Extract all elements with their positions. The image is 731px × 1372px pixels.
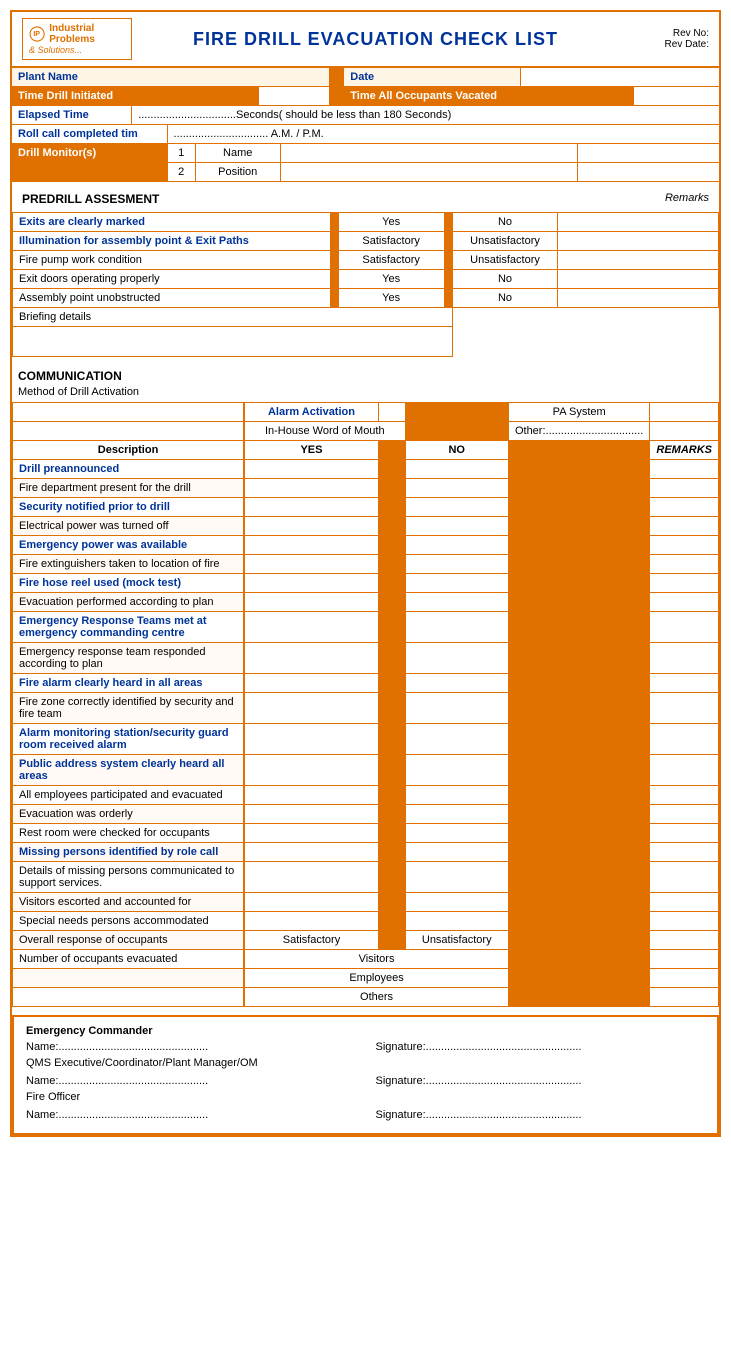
- activation-row-1: Alarm Activation PA System: [13, 403, 719, 422]
- comm-data-row: Fire department present for the drill: [13, 479, 719, 498]
- sig-field-2: Signature:..............................…: [376, 1075, 706, 1087]
- predrill-row: Illumination for assembly point & Exit P…: [13, 232, 719, 251]
- predrill-header-row: PREDRILL ASSESMENT Remarks: [12, 186, 719, 212]
- sig-row-3: Name:...................................…: [26, 1109, 705, 1121]
- plant-name-row: Plant Name Date: [12, 68, 719, 87]
- header: IP Industrial Problems & Solutions... FI…: [12, 12, 719, 68]
- name-field-2: Name:...................................…: [26, 1075, 356, 1087]
- emergency-title: Emergency Commander: [26, 1025, 705, 1037]
- monitor1-name-label: Name: [223, 147, 252, 159]
- comm-data-row: Visitors escorted and accounted for: [13, 893, 719, 912]
- rev-no: Rev No:: [619, 28, 709, 39]
- comm-data-row: Fire hose reel used (mock test): [13, 574, 719, 593]
- elapsed-label: Elapsed Time: [18, 109, 89, 121]
- form-info-section: Plant Name Date Time Drill Initiated am/…: [12, 68, 719, 182]
- comm-data-row: Employees: [13, 969, 719, 988]
- predrill-section: PREDRILL ASSESMENT Remarks Exits are cle…: [12, 182, 719, 361]
- name-field-1: Name:...................................…: [26, 1041, 356, 1053]
- comm-data-row: Number of occupants evacuated Visitors: [13, 950, 719, 969]
- comm-data-row: Evacuation was orderly: [13, 805, 719, 824]
- comm-data-row: Emergency response team responded accord…: [13, 643, 719, 674]
- comm-data-row: Drill preannounced: [13, 460, 719, 479]
- predrill-row: Fire pump work condition Satisfactory Un…: [13, 251, 719, 270]
- drill-monitor-2-row: 2 Position: [12, 163, 719, 181]
- comm-title: COMMUNICATION: [12, 367, 719, 385]
- sig-row-2: Name:...................................…: [26, 1075, 705, 1087]
- rev-date: Rev Date:: [619, 39, 709, 50]
- communication-section: COMMUNICATION Method of Drill Activation…: [12, 361, 719, 1007]
- comm-data-row: Special needs persons accommodated: [13, 912, 719, 931]
- comm-data-row: Fire extinguishers taken to location of …: [13, 555, 719, 574]
- comm-data-row: Others: [13, 988, 719, 1007]
- monitor1-num: 1: [178, 147, 184, 159]
- comm-data-row: Details of missing persons communicated …: [13, 862, 719, 893]
- logo-area: IP Industrial Problems & Solutions...: [22, 18, 132, 60]
- predrill-briefing-area: [13, 327, 719, 357]
- footer-section: Emergency Commander Name:...............…: [12, 1015, 719, 1135]
- roll-call-value: ............................... A.M. / P…: [174, 128, 324, 140]
- comm-data-row: All employees participated and evacuated: [13, 786, 719, 805]
- predrill-row: Briefing details: [13, 308, 719, 327]
- roll-call-label: Roll call completed tim: [18, 128, 138, 140]
- predrill-row: Exit doors operating properly Yes No: [13, 270, 719, 289]
- comm-data-row: Electrical power was turned off: [13, 517, 719, 536]
- ampm1: am/pm: [265, 90, 299, 102]
- logo-text-sub: & Solutions...: [29, 45, 82, 55]
- comm-data-row: Security notified prior to drill: [13, 498, 719, 517]
- comm-data-row: Emergency Response Teams met at emergenc…: [13, 612, 719, 643]
- comm-subtitle: Method of Drill Activation: [12, 385, 719, 402]
- comm-data-row: Fire alarm clearly heard in all areas: [13, 674, 719, 693]
- comm-table-header: Description YES NO REMARKS: [13, 441, 719, 460]
- sig-field-1: Signature:..............................…: [376, 1041, 706, 1053]
- time-all-label: Time All Occupants Vacated: [350, 90, 497, 102]
- drill-monitors-label: Drill Monitor(s): [18, 147, 96, 159]
- predrill-row: Exits are clearly marked Yes No: [13, 213, 719, 232]
- monitor2-num: 2: [178, 166, 184, 178]
- time-row: Time Drill Initiated am/pm Time All Occu…: [12, 87, 719, 106]
- date-label: Date: [350, 71, 374, 83]
- comm-data-row: Overall response of occupants Satisfacto…: [13, 931, 719, 950]
- logo-text-main: Industrial Problems: [49, 23, 125, 45]
- elapsed-value: ................................Seconds(…: [138, 109, 451, 121]
- comm-data-row: Evacuation performed according to plan: [13, 593, 719, 612]
- predrill-remarks-label: Remarks: [635, 188, 715, 210]
- comm-table: Alarm Activation PA System In-House Word…: [12, 402, 719, 1007]
- comm-data-row: Rest room were checked for occupants: [13, 824, 719, 843]
- name-field-3: Name:...................................…: [26, 1109, 356, 1121]
- elapsed-row: Elapsed Time ...........................…: [12, 106, 719, 125]
- sig-field-3: Signature:..............................…: [376, 1109, 706, 1121]
- fire-title: Fire Officer: [26, 1091, 705, 1103]
- activation-row-2: In-House Word of Mouth Other:...........…: [13, 422, 719, 441]
- page-title: FIRE DRILL EVACUATION CHECK LIST: [132, 29, 619, 50]
- drill-monitor-1-row: Drill Monitor(s) 1 Name: [12, 144, 719, 163]
- comm-data-row: Missing persons identified by role call: [13, 843, 719, 862]
- sig-row-1: Name:...................................…: [26, 1041, 705, 1053]
- svg-text:IP: IP: [33, 31, 40, 38]
- roll-call-row: Roll call completed tim ................…: [12, 125, 719, 144]
- rev-area: Rev No: Rev Date:: [619, 28, 709, 50]
- ampm2: am/pm: [640, 90, 674, 102]
- comm-data-row: Public address system clearly heard all …: [13, 755, 719, 786]
- comm-data-row: Fire zone correctly identified by securi…: [13, 693, 719, 724]
- predrill-table: Exits are clearly marked Yes No Illumina…: [12, 212, 719, 357]
- plant-name-label: Plant Name: [18, 71, 78, 83]
- logo-icon: IP: [29, 24, 45, 44]
- comm-data-row: Emergency power was available: [13, 536, 719, 555]
- monitor2-pos-label: Position: [218, 166, 257, 178]
- comm-data-row: Alarm monitoring station/security guard …: [13, 724, 719, 755]
- predrill-row: Assembly point unobstructed Yes No: [13, 289, 719, 308]
- qms-title: QMS Executive/Coordinator/Plant Manager/…: [26, 1057, 705, 1069]
- time-drill-label: Time Drill Initiated: [18, 90, 113, 102]
- predrill-title: PREDRILL ASSESMENT: [16, 188, 635, 210]
